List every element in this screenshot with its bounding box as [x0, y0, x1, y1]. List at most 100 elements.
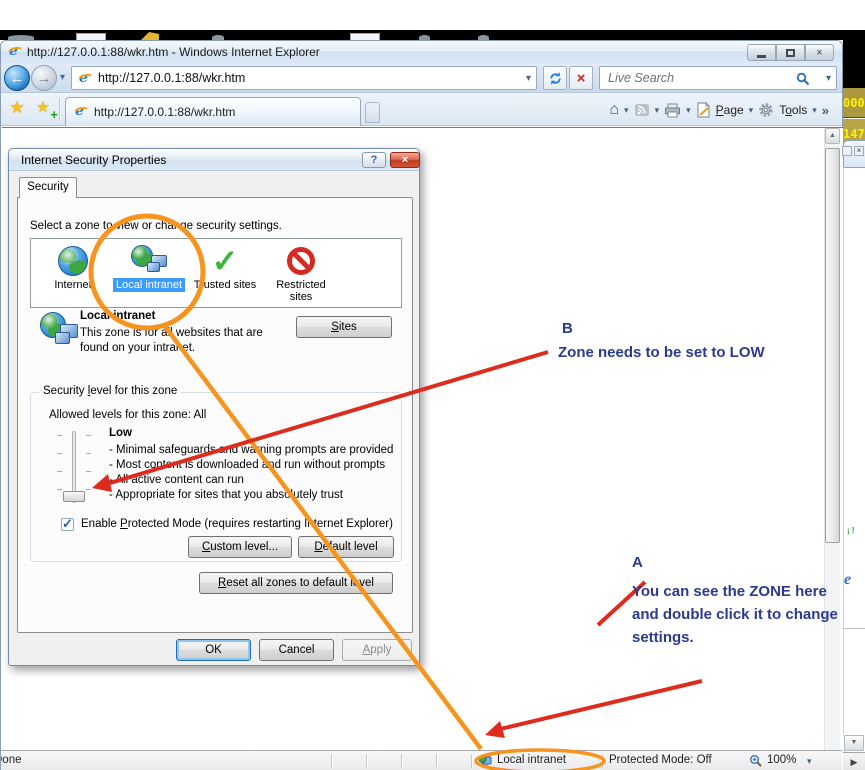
print-icon[interactable]	[664, 103, 681, 118]
plus-icon: +	[50, 107, 58, 122]
background-scroll-down: ▼	[844, 735, 864, 751]
slider-thumb[interactable]	[63, 491, 85, 502]
level-description: - Most content is downloaded and run wit…	[109, 458, 393, 473]
divider	[844, 628, 865, 629]
zoom-icon[interactable]	[749, 754, 763, 768]
refresh-button[interactable]	[543, 66, 567, 90]
window-fragment	[350, 33, 380, 40]
allowed-levels-label: Allowed levels for this zone: All	[49, 409, 206, 421]
background-window-fragment: ×	[843, 140, 865, 168]
search-placeholder: Live Search	[608, 71, 674, 85]
reset-zones-button[interactable]: Reset all zones to default level	[199, 572, 393, 594]
page-dropdown-icon[interactable]: ▾	[749, 105, 754, 116]
security-level-groupbox: Security level for this zone Allowed lev…	[30, 392, 402, 562]
dialog-close-button[interactable]: ×	[390, 152, 420, 168]
tools-menu[interactable]: Tools	[779, 103, 807, 117]
level-description: - Minimal safeguards and warning prompts…	[109, 443, 393, 458]
annotation-b-label: B	[562, 320, 573, 337]
page-favicon-icon	[77, 71, 93, 87]
zone-item-restricted-sites[interactable]: Restricted sites	[263, 244, 339, 304]
forward-button[interactable]: →	[31, 65, 57, 91]
background-dark-area	[843, 30, 865, 88]
separator	[436, 754, 437, 768]
separator	[366, 754, 367, 768]
ok-button[interactable]: OK	[176, 639, 251, 661]
tab-security[interactable]: Security	[19, 177, 77, 198]
scroll-up-button[interactable]: ▲	[825, 128, 840, 144]
restricted-icon	[287, 247, 315, 275]
status-zone[interactable]: Local intranet	[497, 754, 566, 766]
page-menu[interactable]: Page	[716, 103, 744, 117]
close-button[interactable]: ×	[805, 44, 834, 61]
separator	[471, 754, 472, 768]
custom-level-button[interactable]: Custom level...	[188, 536, 292, 558]
toolbar-overflow-chevron[interactable]: »	[822, 103, 829, 118]
command-toolbar: ⌂ ▾ ▾ ▾	[609, 99, 829, 121]
search-box[interactable]: Live Search ▾	[599, 66, 837, 90]
zone-list: Internet Local intranet ✓ Trusted sites	[30, 238, 402, 308]
separator	[59, 98, 60, 121]
active-tab[interactable]: http://127.0.0.1:88/wkr.htm	[65, 97, 361, 126]
zone-item-trusted-sites[interactable]: ✓ Trusted sites	[187, 244, 263, 292]
address-bar[interactable]: http://127.0.0.1:88/wkr.htm ▾	[71, 66, 537, 90]
level-description: - All active content can run	[109, 473, 393, 488]
back-button[interactable]: ←	[4, 65, 30, 91]
separator	[331, 754, 332, 768]
separator	[602, 754, 603, 768]
minimize-button[interactable]	[747, 44, 776, 61]
add-favorite-button[interactable]: ★ +	[31, 98, 55, 121]
window-fragment	[141, 32, 159, 40]
stop-button[interactable]: ×	[569, 66, 593, 90]
close-icon: ×	[816, 47, 822, 59]
protected-mode-checkbox[interactable]: ✓	[61, 518, 74, 531]
tools-dropdown-icon[interactable]: ▾	[812, 105, 817, 116]
security-tab-panel: Select a zone to view or change security…	[17, 197, 413, 633]
zoom-dropdown-icon[interactable]: ▾	[807, 756, 812, 767]
status-protected-mode[interactable]: Protected Mode: Off	[609, 754, 712, 766]
background-page-edge: ¡ ! e	[843, 168, 865, 734]
default-level-button[interactable]: Default level	[298, 536, 394, 558]
minimize-icon	[757, 55, 766, 58]
window-controls: ×	[747, 44, 834, 61]
refresh-icon	[548, 71, 563, 86]
search-options-dropdown[interactable]: ▾	[826, 73, 831, 84]
window-title: http://127.0.0.1:88/wkr.htm - Windows In…	[27, 45, 320, 59]
status-text: Done	[1, 754, 71, 766]
print-dropdown-icon[interactable]: ▾	[686, 105, 691, 116]
security-level-slider[interactable]	[55, 429, 99, 509]
feeds-dropdown-icon[interactable]: ▾	[655, 105, 660, 116]
page-icon	[696, 102, 711, 118]
zone-label: Restricted sites	[263, 278, 339, 304]
search-icon[interactable]	[796, 72, 810, 86]
back-icon: ←	[10, 70, 25, 87]
zone-item-internet[interactable]: Internet	[35, 244, 111, 292]
feeds-icon[interactable]	[634, 103, 650, 117]
selected-zone-icon	[40, 312, 78, 346]
favorites-button[interactable]: ★	[5, 98, 29, 121]
level-name: Low	[109, 427, 132, 439]
vertical-scrollbar[interactable]: ▲ ▼	[824, 128, 840, 770]
selected-zone-description: This zone is for all websites that are f…	[80, 326, 285, 356]
history-dropdown[interactable]: ▾	[60, 72, 65, 83]
home-button[interactable]: ⌂	[609, 102, 619, 118]
maximize-button[interactable]	[776, 44, 805, 61]
internet-security-properties-dialog: Internet Security Properties ? × Securit…	[8, 148, 420, 666]
apply-button[interactable]: Apply	[342, 639, 412, 661]
scrollbar-thumb[interactable]	[825, 148, 840, 543]
separator	[401, 754, 402, 768]
tools-gear-icon	[758, 102, 774, 118]
tab-favicon-icon	[73, 104, 89, 120]
favorites-star-icon: ★	[9, 98, 24, 117]
home-dropdown-icon[interactable]: ▾	[624, 105, 629, 116]
address-dropdown-icon[interactable]: ▾	[526, 73, 531, 84]
fragment-close-icon: ×	[854, 146, 864, 156]
stop-icon: ×	[577, 70, 586, 87]
new-tab-stub[interactable]	[365, 102, 380, 123]
zone-item-local-intranet[interactable]: Local intranet	[111, 244, 187, 292]
zone-label-selected: Local intranet	[113, 278, 185, 292]
sites-button[interactable]: Sites	[296, 316, 392, 338]
status-zoom-level[interactable]: 100%	[767, 754, 796, 766]
cancel-button[interactable]: Cancel	[259, 639, 334, 661]
selected-zone-title: Local intranet	[80, 310, 155, 322]
dialog-help-button[interactable]: ?	[362, 152, 386, 168]
